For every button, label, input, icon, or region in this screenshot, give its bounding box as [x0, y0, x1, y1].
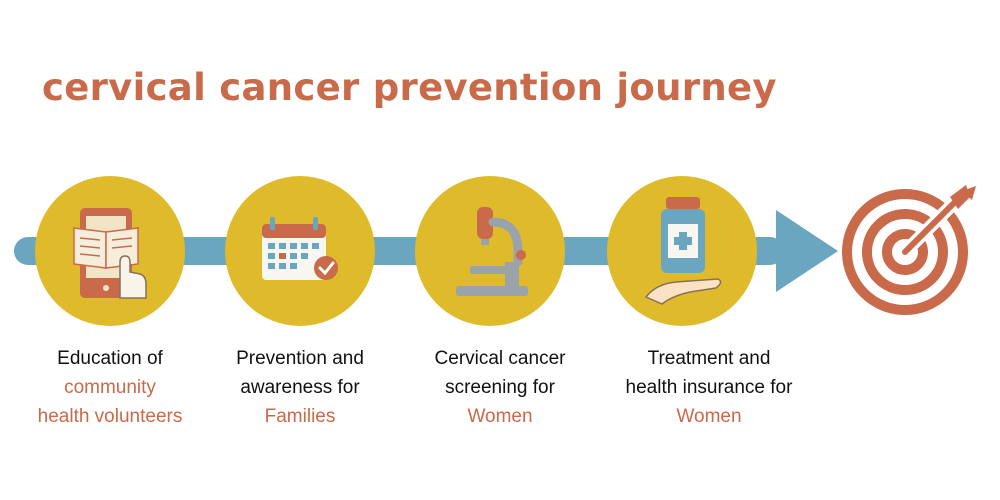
step-caption-line3: Women — [676, 406, 742, 427]
step-circle-treatment — [607, 176, 757, 326]
step-caption-line1: Education of — [57, 348, 163, 369]
step-caption-line2: community — [64, 377, 156, 398]
step-caption-line3: Families — [264, 406, 336, 427]
step-caption-line2: screening for — [445, 377, 555, 398]
step-circle-prevention — [225, 176, 375, 326]
step-caption-line1: Treatment and — [647, 348, 771, 369]
step-caption-treatment: Treatment and health insurance for Women — [602, 344, 816, 431]
step-caption-line2: health insurance for — [625, 377, 793, 398]
step-caption-education: Education of community health volunteers — [10, 344, 210, 431]
step-caption-line3: Women — [467, 406, 533, 427]
step-caption-line3: health volunteers — [37, 406, 183, 427]
step-caption-line2: awareness for — [240, 377, 360, 398]
step-circle-screening — [415, 176, 565, 326]
step-caption-line1: Cervical cancer — [434, 348, 566, 369]
step-caption-prevention: Prevention and awareness for Families — [200, 344, 400, 431]
step-caption-screening: Cervical cancer screening for Women — [400, 344, 600, 431]
step-caption-line1: Prevention and — [236, 348, 364, 369]
step-circle-education — [35, 176, 185, 326]
target-icon — [842, 185, 976, 315]
